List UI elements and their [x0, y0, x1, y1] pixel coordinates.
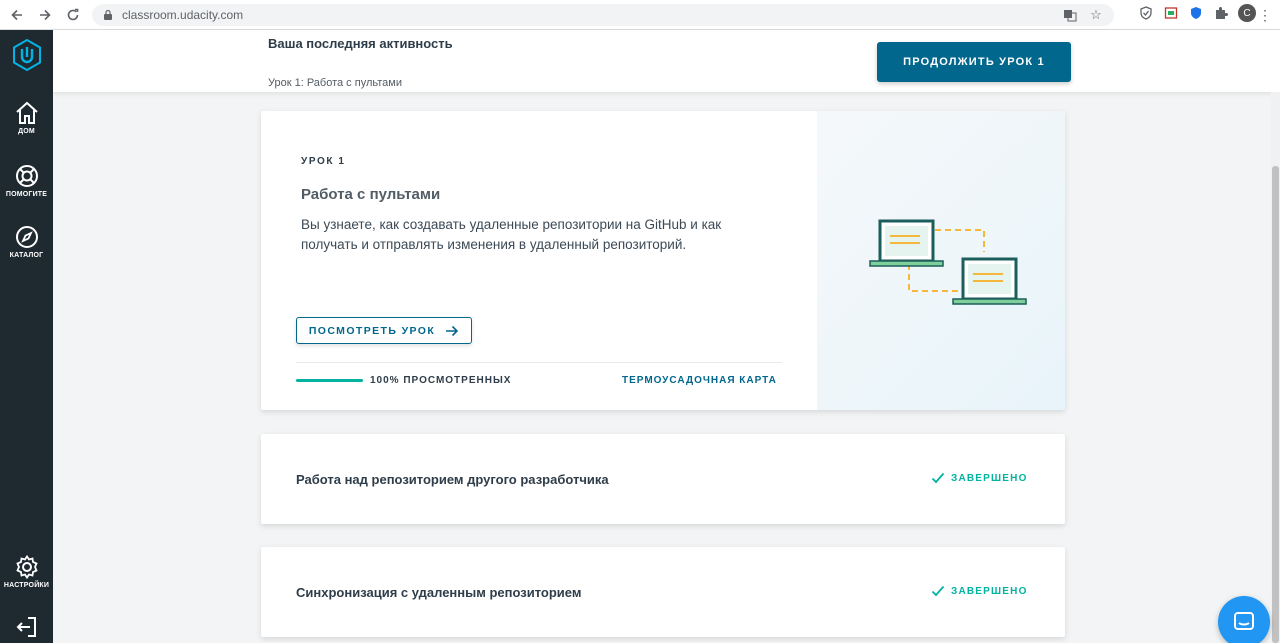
divider: [296, 362, 782, 363]
sidebar-item-label: ДОМ: [18, 128, 35, 135]
sidebar-item-home[interactable]: ДОМ: [0, 100, 53, 135]
progress-text: 100% ПРОСМОТРЕННЫХ: [370, 375, 512, 386]
lesson-description: Вы узнаете, как создавать удаленные репо…: [301, 217, 722, 252]
lesson-number: УРОК 1: [301, 156, 346, 167]
address-bar[interactable]: classroom.udacity.com ☆: [92, 4, 1114, 26]
gear-icon: [15, 554, 38, 580]
profile-avatar[interactable]: C: [1238, 4, 1256, 22]
lesson-illustration: [817, 111, 1065, 410]
reload-icon[interactable]: [62, 4, 84, 26]
continue-lesson-button[interactable]: ПРОДОЛЖИТЬ УРОК 1: [877, 42, 1071, 82]
browser-toolbar: classroom.udacity.com ☆ C ⋮: [0, 0, 1280, 30]
sidebar-item-catalog[interactable]: КАТАЛОГ: [0, 224, 53, 259]
lifebuoy-icon: [15, 165, 38, 187]
lock-icon: [104, 9, 112, 20]
sidebar-item-label: НАСТРОЙКИ: [3, 582, 50, 589]
udacity-logo[interactable]: [12, 38, 42, 72]
chat-icon: [1234, 612, 1254, 630]
browser-menu-icon[interactable]: ⋮: [1258, 7, 1272, 23]
concept-map-link[interactable]: ТЕРМОУСАДОЧНАЯ КАРТА: [622, 375, 777, 386]
calendar-extension-icon[interactable]: [1163, 5, 1179, 21]
lesson-title: Работа с пультами: [301, 186, 441, 203]
back-arrow-icon[interactable]: [6, 4, 28, 26]
compass-icon: [15, 226, 38, 248]
concept-title: Работа над репозиторием другого разработ…: [296, 472, 609, 487]
translate-icon[interactable]: [1062, 7, 1078, 23]
recent-activity-bar: Ваша последняя активность Урок 1: Работа…: [53, 30, 1280, 92]
sidebar-item-help[interactable]: ПОМОГИТЕ: [0, 163, 53, 198]
progress-fill: [296, 379, 363, 382]
sidebar-item-label: ПОМОГИТЕ: [5, 191, 48, 198]
chat-support-button[interactable]: [1218, 596, 1270, 643]
shield-extension-icon[interactable]: [1138, 5, 1154, 21]
sidebar: ДОМ ПОМОГИТЕ КАТАЛОГ НАСТРОЙКИ: [0, 30, 53, 643]
arrow-right-icon: [446, 325, 459, 336]
concept-card[interactable]: Работа над репозиторием другого разработ…: [261, 434, 1065, 524]
status-badge: ЗАВЕРШЕНО: [931, 471, 1028, 485]
concept-title: Синхронизация с удаленным репозиторием: [296, 585, 582, 600]
status-badge: ЗАВЕРШЕНО: [931, 584, 1028, 598]
bookmark-star-icon[interactable]: ☆: [1088, 7, 1104, 23]
forward-arrow-icon[interactable]: [34, 4, 56, 26]
puzzle-extensions-icon[interactable]: [1213, 5, 1229, 21]
sidebar-item-label: КАТАЛОГ: [9, 252, 44, 259]
url-text: classroom.udacity.com: [122, 8, 244, 22]
vpn-extension-icon[interactable]: [1188, 5, 1204, 21]
activity-title: Ваша последняя активность: [268, 36, 453, 51]
sidebar-item-logout[interactable]: [0, 614, 53, 640]
home-icon: [15, 101, 38, 124]
laptops-sync-illustration: [869, 219, 1027, 305]
lesson-card: УРОК 1 Работа с пультами Вы узнаете, как…: [261, 111, 1065, 410]
status-label: ЗАВЕРШЕНО: [951, 585, 1028, 597]
logout-icon: [16, 617, 36, 637]
status-label: ЗАВЕРШЕНО: [951, 472, 1028, 484]
sidebar-item-settings[interactable]: НАСТРОЙКИ: [0, 554, 53, 589]
view-lesson-button[interactable]: ПОСМОТРЕТЬ УРОК: [296, 317, 472, 344]
progress-bar: [296, 379, 363, 382]
checkmark-icon: [931, 472, 945, 484]
activity-subtitle: Урок 1: Работа с пультами: [268, 77, 402, 89]
concept-card[interactable]: Синхронизация с удаленным репозиторием З…: [261, 547, 1065, 637]
checkmark-icon: [931, 585, 945, 597]
scrollbar-thumb[interactable]: [1272, 166, 1279, 643]
view-lesson-label: ПОСМОТРЕТЬ УРОК: [308, 324, 436, 337]
